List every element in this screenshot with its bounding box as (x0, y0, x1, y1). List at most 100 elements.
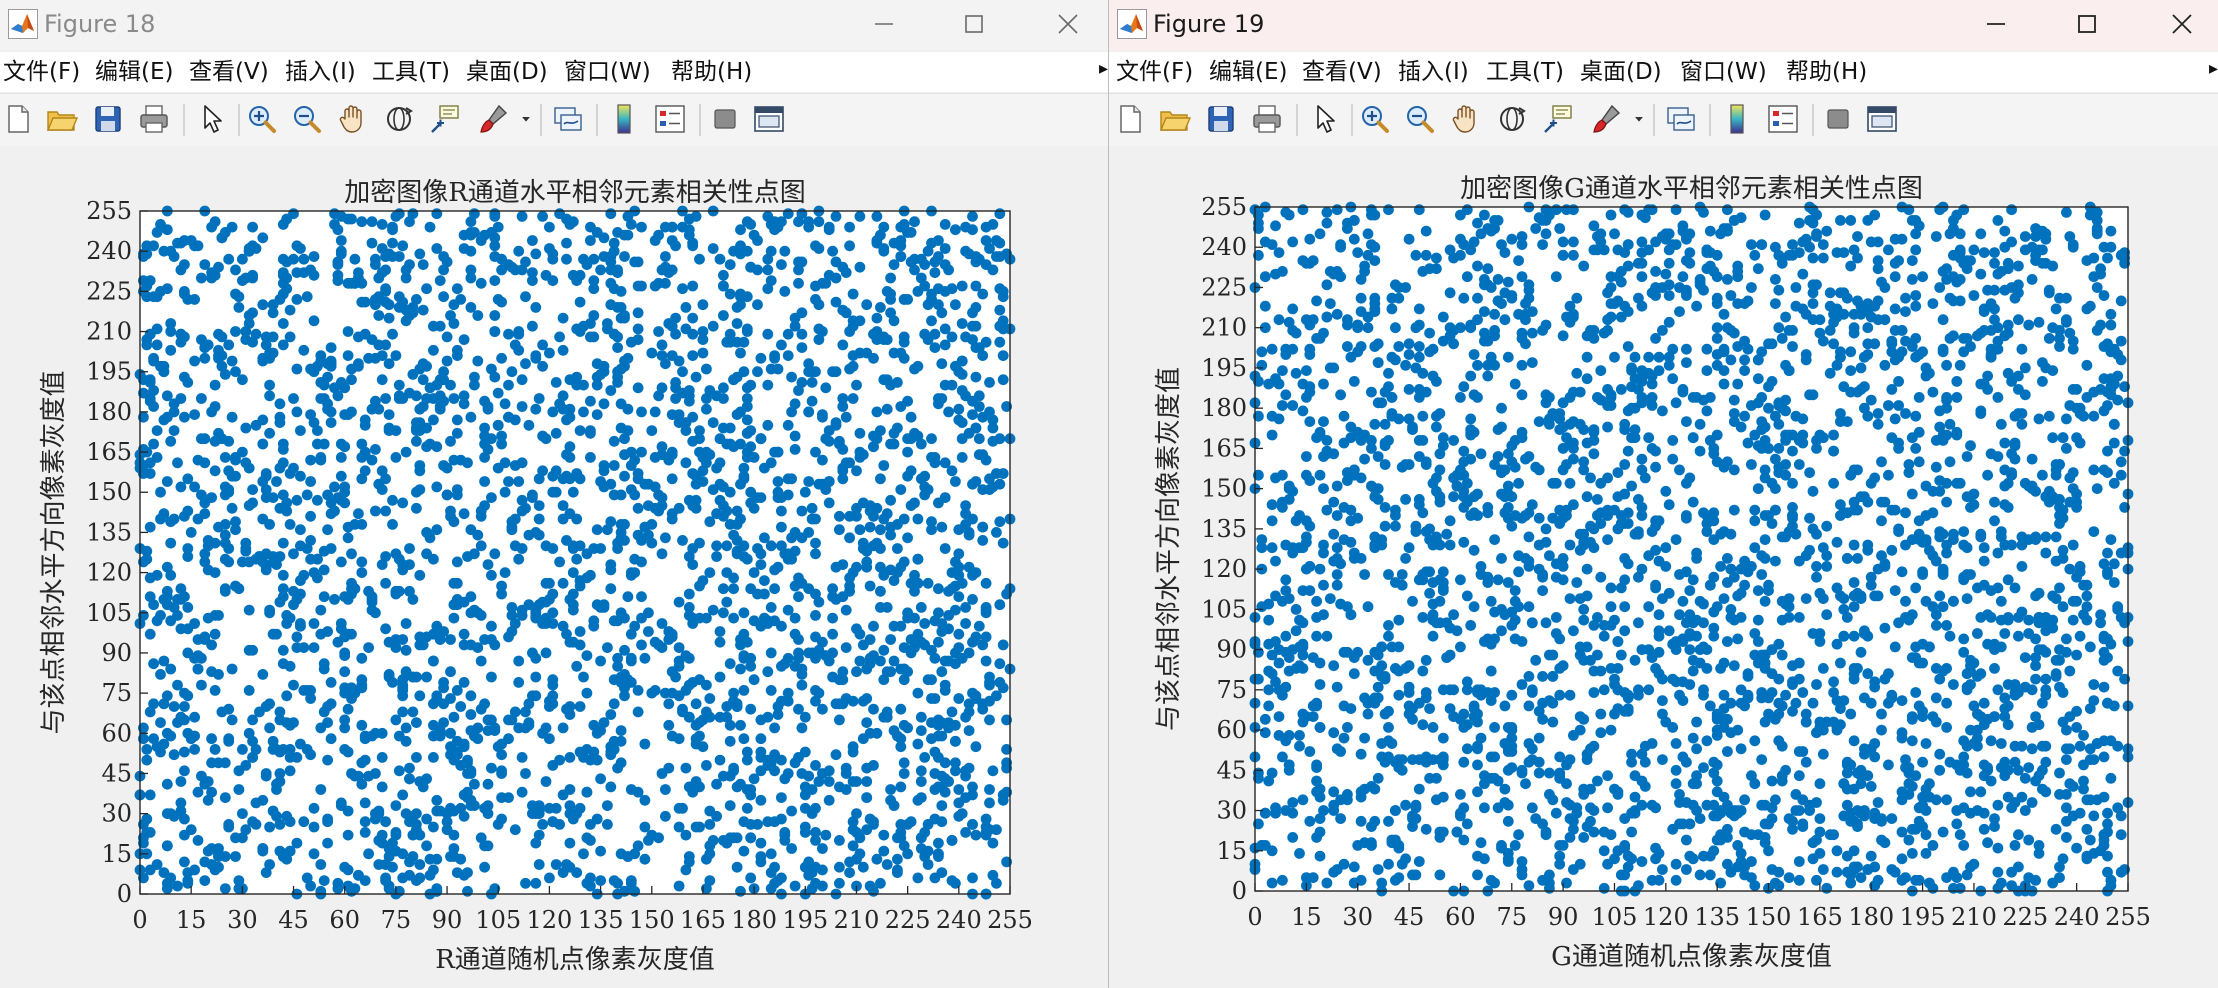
menu-window[interactable]: 窗口(W) (564, 57, 651, 87)
pan-hand-icon[interactable] (1449, 102, 1483, 136)
scatter-point (516, 401, 528, 412)
scatter-point (264, 379, 275, 391)
colorbar-icon[interactable] (1720, 102, 1754, 136)
print-icon[interactable] (137, 102, 171, 136)
scatter-point (1359, 732, 1370, 744)
scatter-point (438, 291, 449, 303)
scatter-point (1533, 732, 1545, 744)
brush-icon[interactable] (1590, 102, 1624, 136)
scatter-point (912, 360, 924, 372)
colorbar-icon[interactable] (607, 102, 641, 136)
menu-desktop[interactable]: 桌面(D) (466, 57, 548, 87)
menu-desktop[interactable]: 桌面(D) (1580, 57, 1662, 87)
menu-window[interactable]: 窗口(W) (1680, 57, 1767, 87)
zoom-in-icon[interactable] (245, 102, 279, 136)
brush-icon[interactable] (477, 102, 511, 136)
open-folder-icon[interactable] (45, 102, 79, 136)
title-bar[interactable]: Figure 19 (1109, 0, 2218, 50)
menu-overflow-icon[interactable]: ▸ (2209, 58, 2218, 79)
show-plot-tools-icon[interactable] (752, 102, 786, 136)
link-plot-icon[interactable] (551, 102, 585, 136)
close-button[interactable] (2150, 0, 2214, 48)
scatter-point (509, 824, 521, 836)
show-plot-tools-icon[interactable] (1865, 102, 1899, 136)
scatter-point (820, 484, 832, 495)
menu-edit[interactable]: 编辑(E) (1209, 57, 1287, 87)
maximize-button[interactable] (942, 0, 1006, 48)
legend-icon[interactable] (653, 102, 687, 136)
rotate-3d-icon[interactable] (382, 102, 416, 136)
scatter-point (1749, 504, 1761, 516)
scatter-point (1739, 794, 1750, 806)
menu-tools[interactable]: 工具(T) (1486, 57, 1564, 87)
scatter-point (1992, 882, 2004, 894)
scatter-point (448, 516, 460, 528)
menu-file[interactable]: 文件(F) (3, 57, 80, 87)
menu-insert[interactable]: 插入(I) (285, 57, 356, 87)
legend-icon[interactable] (1766, 102, 1800, 136)
menu-edit[interactable]: 编辑(E) (95, 57, 173, 87)
menu-help[interactable]: 帮助(H) (1786, 57, 1867, 87)
zoom-out-icon[interactable] (290, 102, 324, 136)
scatter-point (646, 537, 658, 549)
hide-plot-tools-icon[interactable] (1821, 102, 1855, 136)
scatter-point (465, 709, 477, 720)
pointer-icon[interactable] (194, 102, 228, 136)
save-icon[interactable] (1204, 102, 1238, 136)
figure-window-18[interactable]: Figure 18 文件(F) 编辑(E) 查看(V) 插入(I) 工具(T) … (0, 0, 1108, 988)
scatter-chart-g[interactable]: 0 15 30 45 60 75 90 105 120 135 150 165 180 195 210 225… (1109, 146, 2218, 988)
scatter-point (1718, 378, 1730, 390)
menu-view[interactable]: 查看(V) (189, 57, 269, 87)
maximize-button[interactable] (2055, 0, 2119, 48)
scatter-point (383, 880, 395, 892)
zoom-in-icon[interactable] (1358, 102, 1392, 136)
scatter-point (854, 524, 866, 536)
brush-dropdown-icon[interactable] (1628, 102, 1650, 136)
scatter-point (834, 835, 845, 846)
menu-tools[interactable]: 工具(T) (372, 57, 450, 87)
minimize-button[interactable] (1964, 0, 2028, 48)
pan-hand-icon[interactable] (336, 102, 370, 136)
close-button[interactable] (1036, 0, 1100, 48)
scatter-point (189, 409, 201, 420)
menu-help[interactable]: 帮助(H) (671, 57, 752, 87)
menu-file[interactable]: 文件(F) (1116, 57, 1193, 87)
hide-plot-tools-icon[interactable] (708, 102, 742, 136)
scatter-point (1999, 628, 2011, 639)
zoom-out-icon[interactable] (1403, 102, 1437, 136)
menu-overflow-icon[interactable]: ▸ (1099, 58, 1108, 79)
save-icon[interactable] (91, 102, 125, 136)
scatter-point (1605, 724, 1617, 736)
menu-insert[interactable]: 插入(I) (1398, 57, 1469, 87)
data-cursor-icon[interactable] (428, 102, 462, 136)
scatter-point (295, 243, 306, 254)
new-figure-icon[interactable] (1, 102, 35, 136)
scatter-chart-r[interactable]: 0 15 30 45 60 75 90 105 120 135 150 165 180 195 210 225… (0, 146, 1108, 988)
scatter-point (356, 438, 368, 450)
scatter-point (520, 291, 531, 303)
menu-view[interactable]: 查看(V) (1302, 57, 1382, 87)
scatter-point (731, 861, 743, 873)
scatter-point (933, 730, 944, 742)
scatter-point (779, 245, 791, 257)
rotate-3d-icon[interactable] (1495, 102, 1529, 136)
scatter-point (2054, 582, 2065, 594)
brush-dropdown-icon[interactable] (515, 102, 537, 136)
scatter-point (933, 636, 944, 648)
figure-window-19[interactable]: Figure 19 文件(F) 编辑(E) 查看(V) 插入(I) 工具(T) … (1108, 0, 2218, 988)
scatter-point (786, 532, 797, 544)
minimize-button[interactable] (852, 0, 916, 48)
scatter-point (1352, 247, 1364, 258)
print-icon[interactable] (1250, 102, 1284, 136)
open-folder-icon[interactable] (1158, 102, 1192, 136)
scatter-point (305, 476, 316, 487)
pointer-icon[interactable] (1307, 102, 1341, 136)
new-figure-icon[interactable] (1113, 102, 1147, 136)
scatter-point (206, 786, 218, 798)
scatter-point (967, 211, 978, 222)
title-bar[interactable]: Figure 18 (0, 0, 1108, 50)
link-plot-icon[interactable] (1664, 102, 1698, 136)
data-cursor-icon[interactable] (1541, 102, 1575, 136)
scatter-point (513, 476, 525, 487)
scatter-point (1581, 563, 1593, 575)
